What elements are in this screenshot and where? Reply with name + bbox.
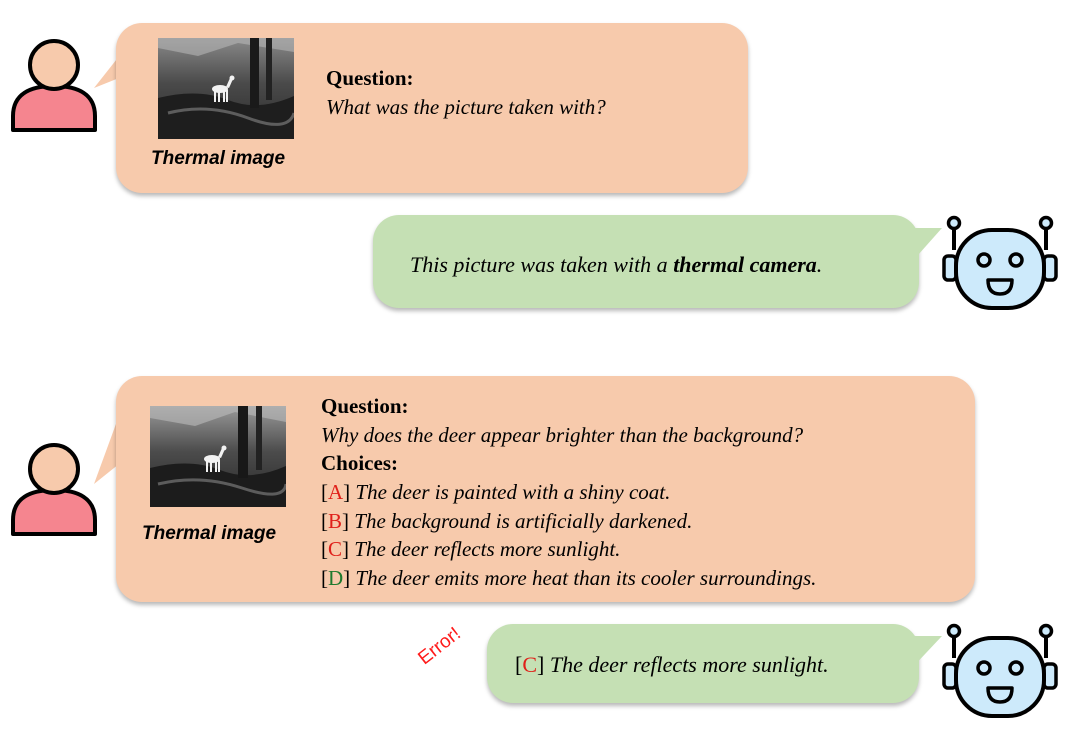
choice-letter: C xyxy=(328,537,343,561)
question-text-1: What was the picture taken with? xyxy=(326,95,606,119)
user-avatar-icon xyxy=(11,39,97,132)
bot-answer-text-1: This picture was taken with a thermal ca… xyxy=(410,252,822,278)
choice-text: The background is artificially darkened. xyxy=(354,509,693,533)
answer-letter: C xyxy=(522,652,538,677)
choice-item: [B] The background is artificially darke… xyxy=(321,509,693,533)
choices-label: Choices: xyxy=(321,451,398,475)
answer-choice-text: The deer reflects more sunlight. xyxy=(549,652,829,677)
answer-suffix: . xyxy=(816,252,823,277)
choice-text: The deer reflects more sunlight. xyxy=(354,537,621,561)
user-avatar-icon xyxy=(11,443,97,536)
choice-text: The deer is painted with a shiny coat. xyxy=(355,480,671,504)
question-label-2: Question: xyxy=(321,394,409,418)
choice-letter: D xyxy=(328,566,344,590)
image-caption-1: Thermal image xyxy=(151,148,286,169)
bubble-tail xyxy=(910,636,942,670)
question-text-2: Why does the deer appear brighter than t… xyxy=(321,423,804,447)
choice-letter: B xyxy=(328,509,343,533)
choice-item: [D] The deer emits more heat than its co… xyxy=(321,566,817,590)
thermal-image-2 xyxy=(150,406,286,507)
robot-avatar-icon xyxy=(942,215,1058,310)
choice-text: The deer emits more heat than its cooler… xyxy=(355,566,817,590)
bot-answer-text-2: [C] The deer reflects more sunlight. xyxy=(515,652,829,677)
choice-item: [C] The deer reflects more sunlight. xyxy=(321,537,621,561)
thermal-image-1 xyxy=(158,38,294,139)
choice-item: [A] The deer is painted with a shiny coa… xyxy=(321,480,671,504)
answer-prefix: This picture was taken with a xyxy=(410,252,674,277)
image-caption-2: Thermal image xyxy=(142,523,277,544)
answer-highlight: thermal camera xyxy=(673,252,817,277)
error-label: Error! xyxy=(414,623,465,670)
question-label-1: Question: xyxy=(326,66,414,90)
bubble-tail xyxy=(910,228,942,264)
robot-avatar-icon xyxy=(942,623,1058,718)
choice-letter: A xyxy=(328,480,344,504)
